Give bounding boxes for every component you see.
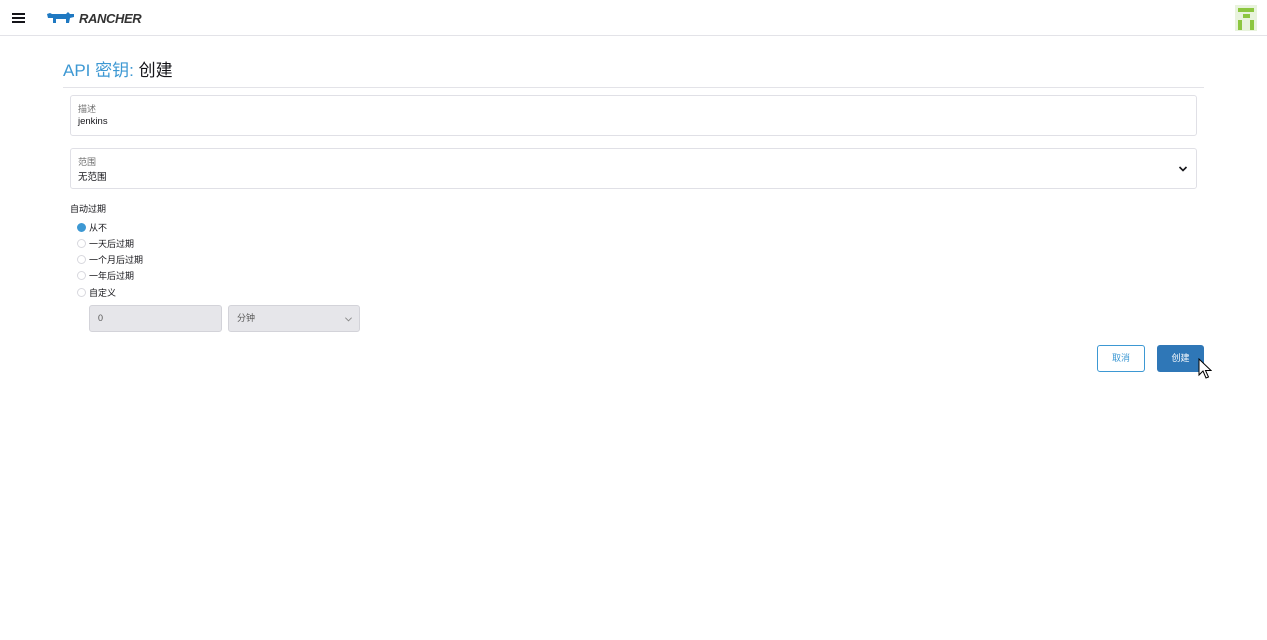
expiry-option-label: 自定义: [89, 288, 117, 298]
hamburger-menu-icon[interactable]: [12, 13, 25, 23]
description-input[interactable]: jenkins: [78, 116, 108, 127]
description-label: 描述: [78, 104, 97, 114]
expiry-option-label: 一天后过期: [89, 239, 135, 249]
cancel-button[interactable]: 取消: [1097, 345, 1145, 372]
radio-button[interactable]: [77, 223, 86, 232]
scope-label: 范围: [78, 157, 97, 167]
page-title-prefix: API 密钥:: [63, 61, 134, 80]
auto-expire-label: 自动过期: [70, 204, 107, 214]
create-button[interactable]: 创建: [1157, 345, 1204, 372]
avatar-icon: [1238, 8, 1254, 30]
expiry-option-one-day[interactable]: 一天后过期: [77, 237, 134, 250]
scope-value: 无范围: [78, 172, 107, 183]
page-title: API 密钥: 创建: [63, 56, 173, 81]
chevron-down-icon: [1178, 166, 1188, 172]
expiry-option-label: 一个月后过期: [89, 255, 144, 265]
custom-expiry-unit-select[interactable]: 分钟: [228, 305, 360, 332]
page-title-main: 创建: [138, 61, 173, 80]
expiry-option-never[interactable]: 从不: [77, 221, 107, 234]
radio-button[interactable]: [77, 288, 86, 297]
radio-button[interactable]: [77, 255, 86, 264]
rancher-cow-icon: [47, 12, 74, 23]
chevron-down-icon: [345, 317, 352, 322]
radio-button[interactable]: [77, 239, 86, 248]
expiry-option-custom[interactable]: 自定义: [77, 286, 116, 299]
user-avatar[interactable]: [1235, 5, 1257, 31]
scope-select[interactable]: 范围 无范围: [70, 148, 1197, 189]
expiry-option-label: 从不: [89, 223, 108, 233]
title-divider: [63, 87, 1204, 88]
rancher-logo-text: RANCHER: [79, 10, 142, 26]
expiry-option-one-year[interactable]: 一年后过期: [77, 269, 134, 282]
top-navigation-bar: RANCHER: [0, 0, 1267, 36]
mouse-cursor-icon: [1198, 358, 1212, 379]
radio-button[interactable]: [77, 271, 86, 280]
expiry-option-one-month[interactable]: 一个月后过期: [77, 253, 143, 266]
rancher-logo[interactable]: RANCHER: [46, 10, 142, 26]
custom-expiry-value-input[interactable]: 0: [89, 305, 222, 332]
expiry-option-label: 一年后过期: [89, 271, 135, 281]
description-field[interactable]: 描述 jenkins: [70, 95, 1197, 136]
custom-expiry-unit-value: 分钟: [237, 313, 256, 323]
